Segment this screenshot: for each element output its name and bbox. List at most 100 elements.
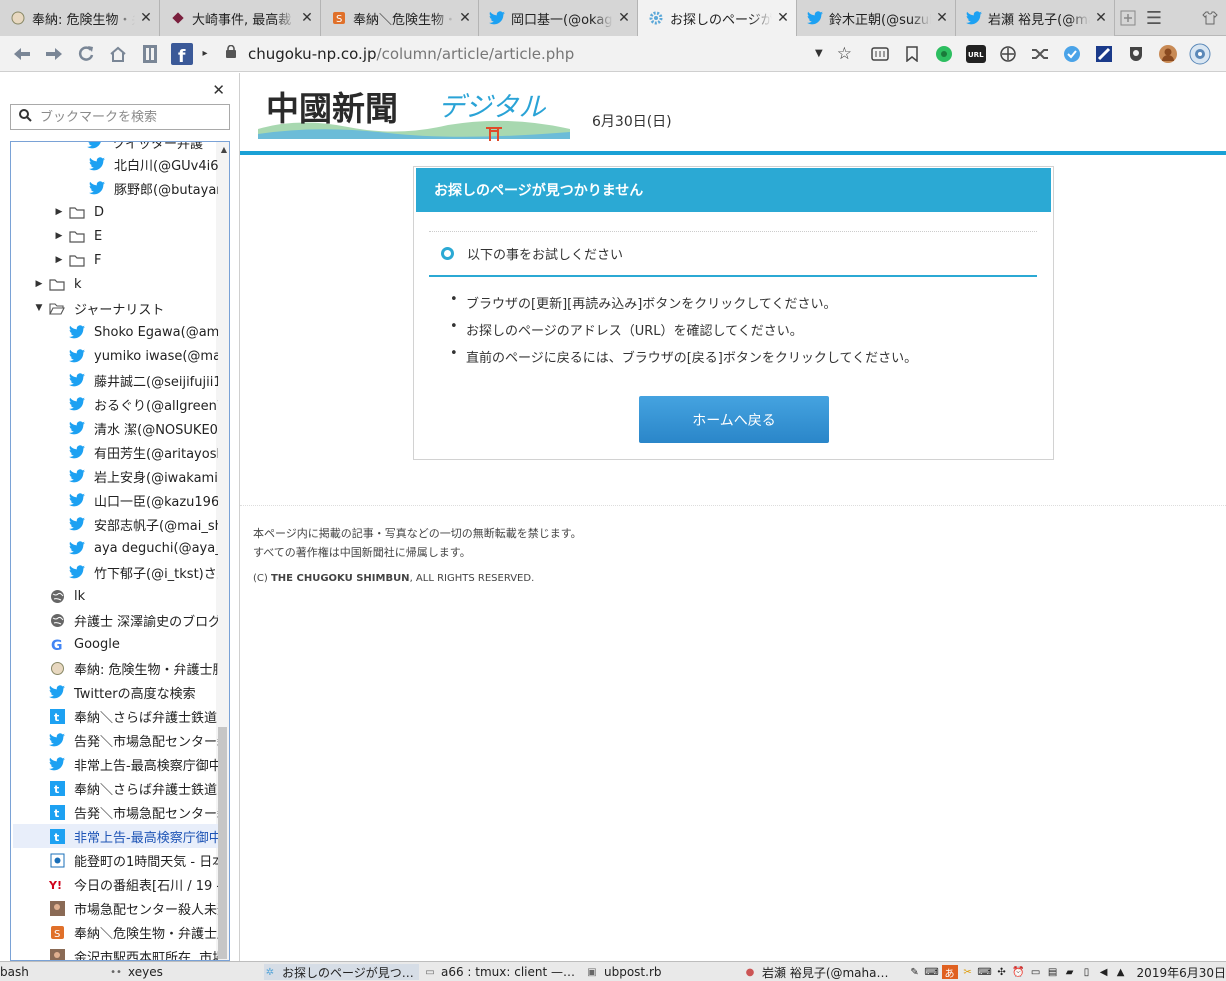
shuffle-icon[interactable] — [1024, 38, 1056, 70]
taskbar-item[interactable]: ▣ ubpost.rb — [586, 964, 736, 980]
forward-icon[interactable] — [38, 38, 70, 70]
close-icon[interactable]: ✕ — [139, 10, 153, 26]
taskbar-item[interactable]: •• xeyes — [110, 964, 250, 980]
tab-0[interactable]: 奉納: 危険生物・弁護士 ✕ — [0, 0, 160, 36]
bookmark-item[interactable]: 非常上告-最高検察庁御中 — [49, 752, 218, 776]
settings-icon[interactable] — [1184, 38, 1216, 70]
chevron-right-icon[interactable]: ▶ — [53, 231, 65, 241]
close-icon[interactable]: ✕ — [776, 10, 790, 26]
battery-icon[interactable]: ▯ — [1080, 965, 1094, 979]
keyboard-icon[interactable]: ⌨ — [924, 965, 938, 979]
chevron-right-icon[interactable]: ▶ — [53, 207, 65, 217]
bookmark-item[interactable]: 奉納: 危険生物・弁護士脳 — [49, 656, 218, 680]
close-icon[interactable]: ✕ — [458, 10, 472, 26]
bookmark-search-input[interactable] — [40, 109, 220, 125]
volume-icon[interactable]: ◀ — [1097, 965, 1111, 979]
bookmark-item[interactable]: 有田芳生(@aritayoshifu — [69, 440, 218, 464]
bookmark-folder[interactable]: ▶ E — [53, 224, 218, 248]
bookmark-item[interactable]: 北白川(@GUv4i6) — [89, 152, 218, 176]
scrollbar-thumb[interactable] — [218, 727, 227, 959]
tab-1[interactable]: 大崎事件, 最高裁 ✕ — [160, 0, 321, 36]
pen-icon[interactable]: ✎ — [908, 965, 922, 979]
bookmark-item[interactable]: 弁護士 深澤諭史のブログ — [49, 608, 218, 632]
overflow-chevron-icon[interactable]: ▸ — [198, 38, 212, 70]
tab-2[interactable]: S 奉納＼危険生物・弁 ✕ — [321, 0, 479, 36]
bookmark-item[interactable]: lk — [49, 584, 218, 608]
bookmark-item[interactable]: G Google — [49, 632, 218, 656]
taskbar-item[interactable]: ● 岩瀬 裕見子(@maha… — [744, 964, 899, 980]
bookmark-item[interactable]: aya deguchi(@aya_d — [69, 536, 218, 560]
reload-icon[interactable] — [70, 38, 102, 70]
alarm-icon[interactable]: ⏰ — [1012, 965, 1026, 979]
taskbar-item[interactable]: bash — [0, 964, 100, 980]
reading-list-icon[interactable] — [864, 38, 896, 70]
bookmark-item[interactable]: t 奉納＼さらば弁護士鉄道 — [49, 776, 218, 800]
new-tab-button[interactable] — [1115, 0, 1141, 36]
bookmark-item[interactable]: 安部志帆子(@mai_sh — [69, 512, 218, 536]
close-icon[interactable]: ✕ — [300, 10, 314, 26]
bookmark-item[interactable]: 豚野郎(@butayaro — [89, 176, 218, 200]
reader-icon[interactable] — [134, 38, 166, 70]
bookmark-item[interactable]: Y! 今日の番組表[石川 / 19 - — [49, 872, 218, 896]
close-icon[interactable]: ✕ — [935, 10, 949, 26]
bookmark-folder-open[interactable]: ▼ ジャーナリスト — [33, 296, 218, 320]
bookmark-item-selected[interactable]: t 非常上告-最高検察庁御中 — [13, 824, 218, 848]
tab-5[interactable]: 鈴木正朝(@suzuki ✕ — [797, 0, 956, 36]
taskbar-item-active[interactable]: ✲ お探しのページが見つ… — [264, 964, 419, 980]
close-icon[interactable]: ✕ — [1094, 10, 1108, 26]
bookmark-item[interactable]: 告発＼市場急配センター殺 — [49, 728, 218, 752]
bookmark-item[interactable]: 藤井誠二(@seijifujii19 — [69, 368, 218, 392]
bookmark-folder[interactable]: ▶ D — [53, 200, 218, 224]
menu-icon[interactable]: ☰ — [1141, 0, 1167, 36]
note-icon[interactable] — [1088, 38, 1120, 70]
bookmark-item[interactable]: 清水 潔(@NOSUKE06 — [69, 416, 218, 440]
bookmark-item[interactable]: 能登町の1時間天気 - 日本 — [49, 848, 218, 872]
tool-icon[interactable]: ✂ — [961, 965, 975, 979]
bookmark-folder[interactable]: ▶ F — [53, 248, 218, 272]
scroll-up-icon[interactable]: ▲ — [221, 145, 227, 154]
avatar-icon[interactable] — [1152, 38, 1184, 70]
lock-icon[interactable]: ▰ — [1063, 965, 1077, 979]
screen-icon[interactable]: ▭ — [1029, 965, 1043, 979]
bookmark-item[interactable]: 金沢市駅西本町所在, 市場 — [49, 944, 218, 960]
bookmark-item[interactable]: 竹下郁子(@i_tkst)さん — [69, 560, 218, 584]
move-icon[interactable] — [992, 38, 1024, 70]
bookmark-tree[interactable]: ▲ ツイッター弁護 北白川(@GUv4i6) 豚野郎(@butayaro ▶ D … — [10, 141, 230, 961]
close-icon[interactable]: ✕ — [212, 81, 225, 99]
bookmark-item[interactable]: 市場急配センター殺人未遂 — [49, 896, 218, 920]
network-icon[interactable]: ✣ — [995, 965, 1009, 979]
chevron-up-icon[interactable]: ▲ — [1114, 965, 1128, 979]
chevron-right-icon[interactable]: ▶ — [53, 255, 65, 265]
url-bar[interactable]: chugoku-np.co.jp/column/article/article.… — [216, 40, 860, 68]
bookmark-item[interactable]: S 奉納＼危険生物・弁護士脳 — [49, 920, 218, 944]
pocket-icon[interactable] — [1120, 38, 1152, 70]
bookmark-item[interactable]: 山口一臣(@kazu1961 — [69, 488, 218, 512]
facebook-icon[interactable]: f — [166, 38, 198, 70]
bookmark-item[interactable]: Shoko Egawa(@amneris84 — [69, 320, 218, 344]
bookmark-item[interactable]: t 告発＼市場急配センター殺 — [49, 800, 218, 824]
bookmark-folder[interactable]: ▶ k — [33, 272, 218, 296]
bookmark-item[interactable]: Twitterの高度な検索 — [49, 680, 218, 704]
bookmark-search[interactable] — [10, 104, 230, 130]
shirt-icon[interactable] — [1197, 0, 1223, 36]
tab-3[interactable]: 岡口基一(@okaguchi ✕ — [479, 0, 638, 36]
back-icon[interactable] — [6, 38, 38, 70]
bookmark-item[interactable]: 岩上安身(@iwakamiyasumi — [69, 464, 218, 488]
star-icon[interactable]: ☆ — [837, 44, 852, 64]
taskbar-item[interactable]: ▭ a66 : tmux: client —… — [425, 964, 575, 980]
bookmark-item[interactable]: yumiko iwase(@mahalo — [69, 344, 218, 368]
close-icon[interactable]: ✕ — [617, 10, 631, 26]
home-button[interactable]: ホームへ戻る — [639, 396, 829, 443]
tab-6[interactable]: 岩瀬 裕見子(@maha ✕ — [956, 0, 1115, 36]
chugoku-logo[interactable]: 中國新聞 デジタル — [258, 87, 570, 145]
bookmark-item[interactable]: t 奉納＼さらば弁護士鉄道 — [49, 704, 218, 728]
home-icon[interactable] — [102, 38, 134, 70]
keyboard-icon[interactable]: ⌨ — [977, 965, 991, 979]
bookmark-icon[interactable] — [896, 38, 928, 70]
url-shortener-icon[interactable]: URL — [960, 38, 992, 70]
bookmark-item[interactable]: おるぐり(@allgreen76 — [69, 392, 218, 416]
chevron-right-icon[interactable]: ▶ — [33, 279, 45, 289]
clipboard-icon[interactable]: ▤ — [1046, 965, 1060, 979]
tab-4-active[interactable]: お探しのページが見つ ✕ — [638, 0, 797, 36]
ime-icon[interactable]: あ — [941, 965, 958, 980]
